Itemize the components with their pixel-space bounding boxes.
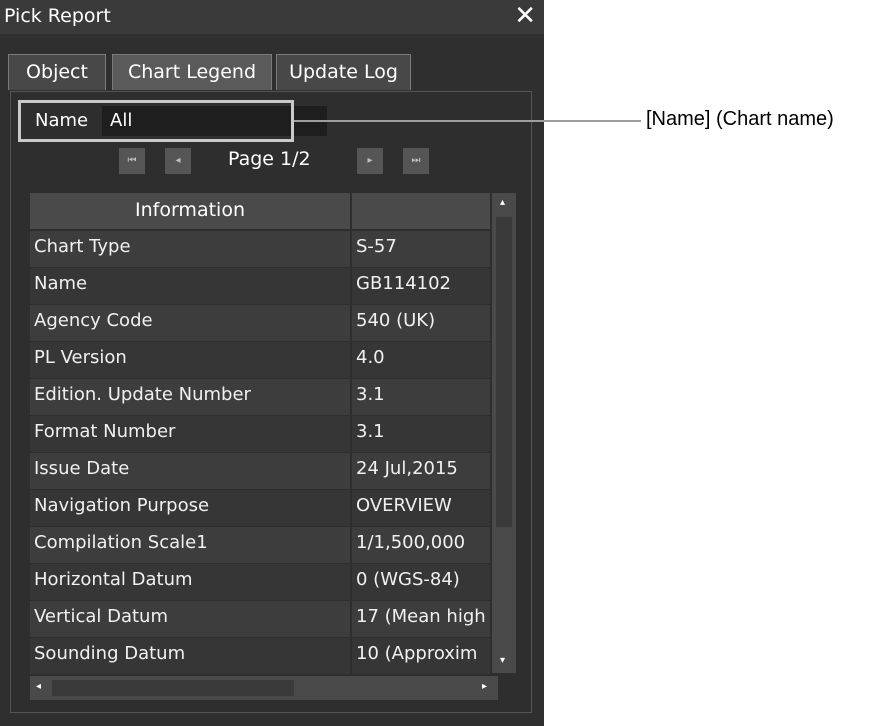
prev-page-button[interactable]: ◂ [165, 148, 191, 174]
name-highlight-frame [18, 100, 294, 142]
window-title: Pick Report [4, 5, 111, 27]
table-row[interactable]: Issue Date 24 Jul,2015 [30, 453, 490, 489]
table-row[interactable]: Sounding Datum 10 (Approxim [30, 638, 490, 674]
table-row[interactable]: Agency Code 540 (UK) [30, 305, 490, 341]
table-row[interactable]: Format Number 3.1 [30, 416, 490, 452]
table-row[interactable]: Name GB114102 [30, 268, 490, 304]
info-value-cell: 17 (Mean high [352, 601, 490, 637]
info-label-cell: Issue Date [30, 453, 350, 489]
scroll-right-icon[interactable]: ▸ [482, 681, 487, 692]
tab-update-log[interactable]: Update Log [276, 54, 411, 90]
info-label-cell: Edition. Update Number [30, 379, 350, 415]
info-value-cell: 3.1 [352, 379, 490, 415]
first-page-button[interactable]: ⏮ [119, 148, 145, 174]
last-page-button[interactable]: ⏭ [403, 148, 429, 174]
callout-label: [Name] (Chart name) [646, 108, 834, 130]
info-label-cell: Horizontal Datum [30, 564, 350, 600]
pick-report-panel: Pick Report ✕ Object Chart Legend Update… [0, 0, 544, 726]
table-row[interactable]: PL Version 4.0 [30, 342, 490, 378]
vertical-scrollbar[interactable]: ▴ ▾ [492, 193, 516, 673]
column-header-value[interactable] [352, 193, 490, 229]
table-row[interactable]: Horizontal Datum 0 (WGS-84) [30, 564, 490, 600]
close-button[interactable]: ✕ [514, 3, 536, 29]
info-value-cell: 4.0 [352, 342, 490, 378]
column-header-information[interactable]: Information [30, 193, 350, 229]
info-value-cell: 10 (Approxim [352, 638, 490, 674]
page-indicator: Page 1/2 [228, 148, 311, 170]
scroll-up-icon[interactable]: ▴ [500, 197, 505, 208]
info-value-cell: 3.1 [352, 416, 490, 452]
next-page-button[interactable]: ▸ [357, 148, 383, 174]
info-label-cell: Format Number [30, 416, 350, 452]
scroll-down-icon[interactable]: ▾ [500, 655, 505, 666]
info-label-cell: PL Version [30, 342, 350, 378]
info-value-cell: 24 Jul,2015 [352, 453, 490, 489]
info-value-cell: 1/1,500,000 [352, 527, 490, 563]
vertical-scroll-thumb[interactable] [496, 217, 512, 527]
table-row[interactable]: Navigation Purpose OVERVIEW [30, 490, 490, 526]
callout-line [294, 120, 641, 122]
scroll-left-icon[interactable]: ◂ [36, 681, 41, 692]
info-label-cell: Name [30, 268, 350, 304]
info-value-cell: S-57 [352, 231, 490, 267]
table-row[interactable]: Compilation Scale1 1/1,500,000 [30, 527, 490, 563]
info-label-cell: Chart Type [30, 231, 350, 267]
info-label-cell: Compilation Scale1 [30, 527, 350, 563]
info-value-cell: OVERVIEW [352, 490, 490, 526]
info-label-cell: Navigation Purpose [30, 490, 350, 526]
info-label-cell: Vertical Datum [30, 601, 350, 637]
table-row[interactable]: Edition. Update Number 3.1 [30, 379, 490, 415]
title-bar: Pick Report ✕ [0, 0, 544, 34]
info-value-cell: 540 (UK) [352, 305, 490, 341]
horizontal-scrollbar[interactable]: ◂ ▸ [30, 676, 498, 700]
horizontal-scroll-thumb[interactable] [52, 680, 294, 696]
tab-object[interactable]: Object [8, 54, 106, 90]
table-row[interactable]: Vertical Datum 17 (Mean high [30, 601, 490, 637]
info-value-cell: 0 (WGS-84) [352, 564, 490, 600]
info-label-cell: Sounding Datum [30, 638, 350, 674]
tab-chart-legend[interactable]: Chart Legend [112, 54, 272, 90]
info-value-cell: GB114102 [352, 268, 490, 304]
info-label-cell: Agency Code [30, 305, 350, 341]
table-row[interactable]: Chart Type S-57 [30, 231, 490, 267]
